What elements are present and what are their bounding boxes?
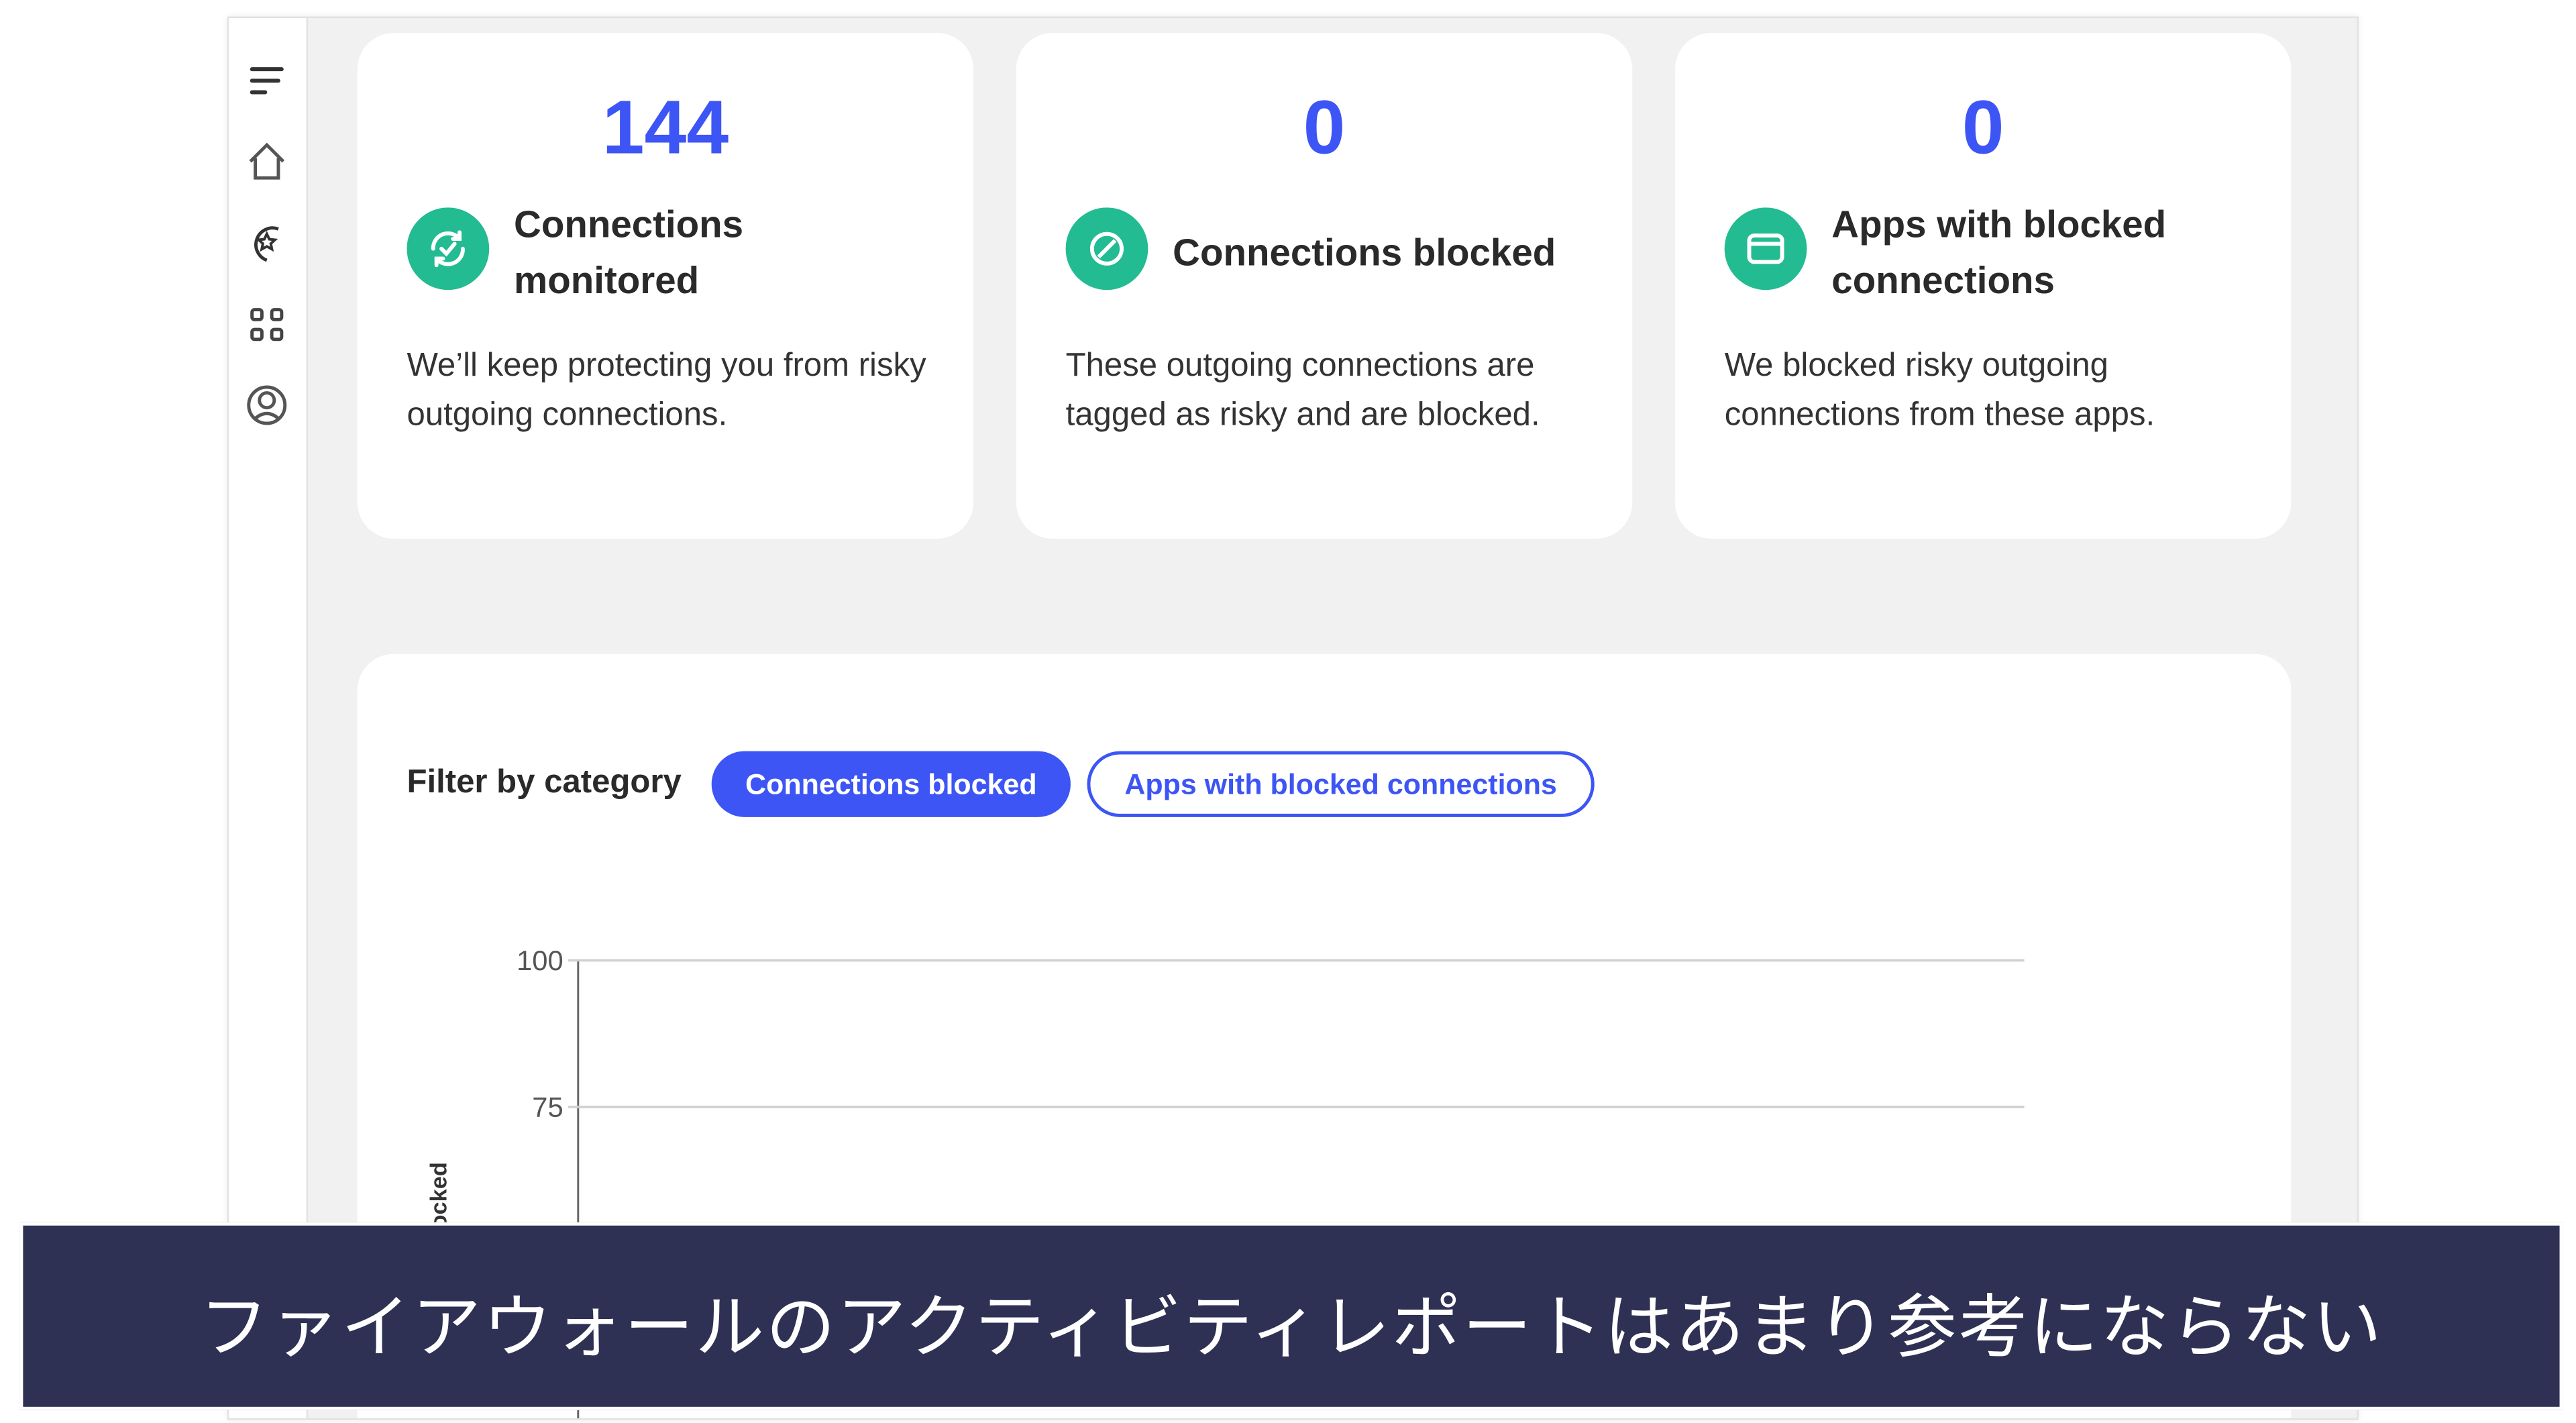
card-description: These outgoing connections are tagged as…: [1065, 348, 1540, 433]
connections-monitored-count: 144: [602, 84, 729, 170]
home-icon[interactable]: [246, 140, 288, 183]
connections-blocked-card: 0 Connections blocked These outgoing con…: [1016, 33, 1633, 539]
connections-blocked-count: 0: [1303, 84, 1346, 170]
card-description: We blocked risky outgoing connections fr…: [1724, 348, 2155, 433]
card-description: We’ll keep protecting you from risky out…: [407, 348, 926, 433]
connections-monitored-card: 144 Connections monitored We’ll keep prot…: [357, 33, 974, 539]
caption-text: ファイアウォールのアクティビティレポートはあまり参考にならない: [199, 1286, 2383, 1367]
app-window-icon: [1724, 207, 1807, 291]
protection-star-icon[interactable]: [246, 221, 288, 264]
card-title-line: monitored: [514, 258, 700, 302]
caption-banner: ファイアウォールのアクティビティレポートはあまり参考にならない: [19, 1222, 2563, 1410]
app-window: 144 Connections monitored We’ll keep prot…: [227, 16, 2359, 1420]
card-title: Connections blocked: [1173, 230, 1556, 274]
apps-grid-icon[interactable]: [246, 303, 288, 346]
y-tick-label: 100: [517, 945, 564, 976]
card-title-line: connections: [1831, 258, 2055, 302]
card-title: Connections monitored: [514, 196, 959, 308]
menu-icon[interactable]: [246, 59, 288, 102]
apps-blocked-count: 0: [1962, 84, 2004, 170]
apps-blocked-card: 0 Apps with blocked connections We blocke…: [1675, 33, 2292, 539]
card-title: Apps with blocked connections: [1831, 196, 2276, 308]
blocked-icon: [1065, 207, 1148, 291]
y-tick-label: 75: [532, 1092, 563, 1123]
account-icon[interactable]: [246, 384, 288, 427]
sync-check-icon: [407, 207, 490, 291]
card-title-line: Apps with blocked: [1831, 203, 2167, 246]
card-title-line: Connections: [514, 203, 744, 246]
sidebar: [229, 18, 309, 1419]
